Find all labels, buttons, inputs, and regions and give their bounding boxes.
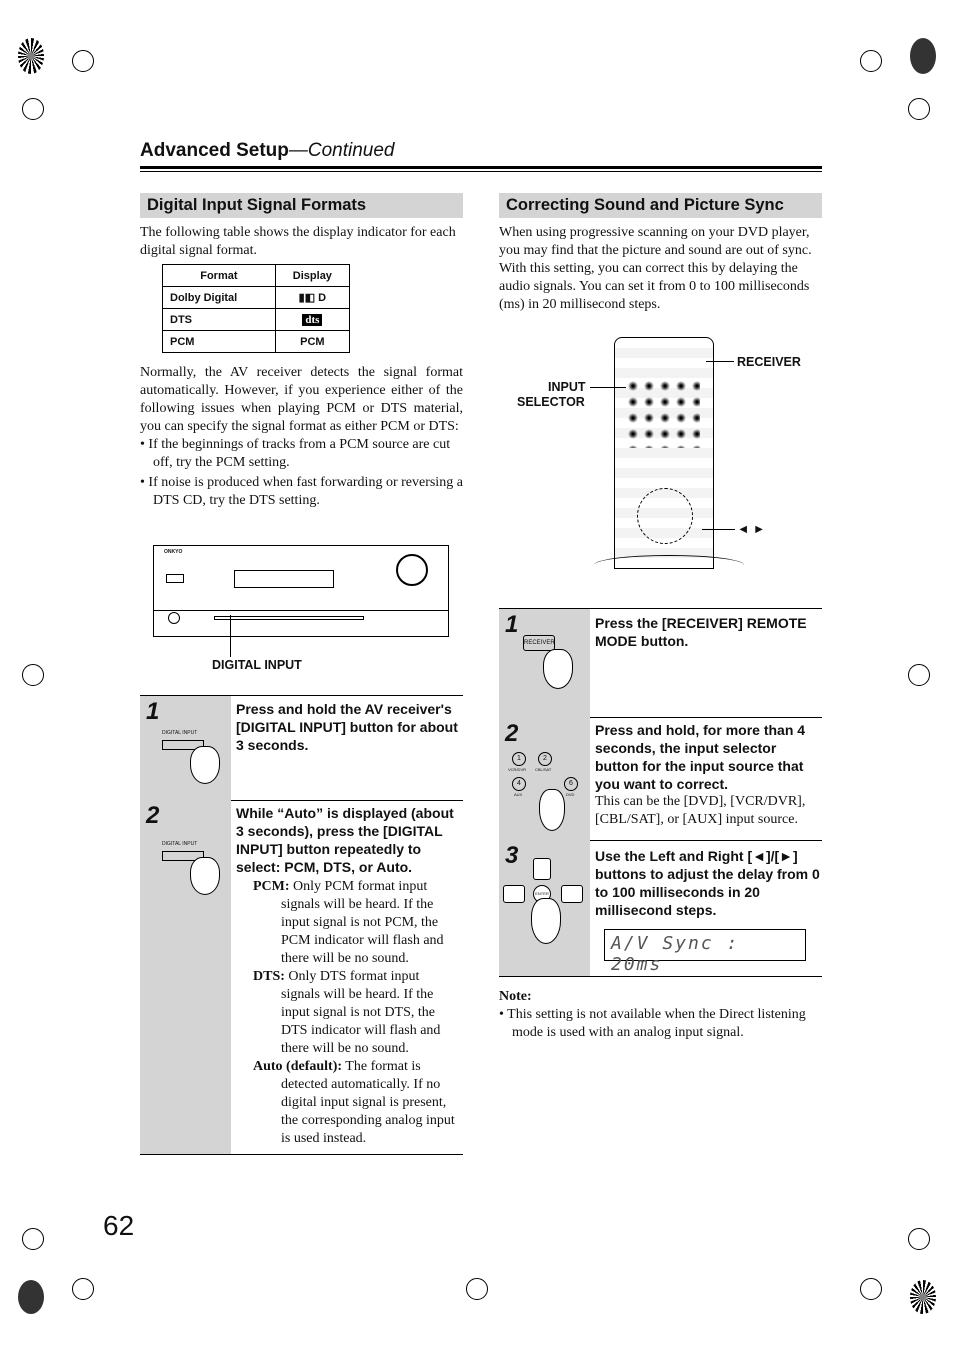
crop-mark-circle xyxy=(18,1280,44,1314)
body-paragraph: Normally, the AV receiver detects the si… xyxy=(140,365,463,434)
step-instruction: Press and hold, for more than 4 seconds,… xyxy=(595,722,806,827)
hand-icon xyxy=(531,898,561,944)
crop-mark-circle xyxy=(18,38,44,74)
step-number: 2 xyxy=(146,802,160,829)
registration-mark xyxy=(22,98,44,120)
step-1: 1 RECEIVER Press the [RECEIVER] REMOTE M… xyxy=(499,608,822,718)
crop-mark-circle xyxy=(910,38,936,74)
callout-line xyxy=(230,615,231,657)
av-receiver-illustration: ONKYO xyxy=(153,545,449,637)
button-label: DIGITAL INPUT xyxy=(162,841,198,847)
table-cell: Dolby Digital xyxy=(162,286,276,309)
registration-mark xyxy=(908,1228,930,1250)
key-label: DVD xyxy=(566,792,575,797)
step-number: 2 xyxy=(505,720,519,747)
receiver-button-icon: RECEIVER xyxy=(523,635,555,651)
option-list: PCM: Only PCM format input signals will … xyxy=(253,878,461,1148)
table-cell: PCM xyxy=(274,330,351,353)
section-title: Correcting Sound and Picture Sync xyxy=(499,193,822,218)
dts-logo: dts xyxy=(274,308,351,331)
step-1: 1 DIGITAL INPUT Press and hold the AV re… xyxy=(140,695,463,801)
right-button-icon xyxy=(561,885,583,903)
note-title: Note: xyxy=(499,989,532,1004)
table-cell: DTS xyxy=(162,308,276,331)
registration-mark xyxy=(860,50,882,72)
bullet-item: • If the beginnings of tracks from a PCM… xyxy=(140,437,451,470)
option-pcm: PCM: Only PCM format input signals will … xyxy=(253,879,444,966)
callout-line xyxy=(590,387,626,388)
page-header: Advanced Setup—Continued xyxy=(140,140,395,161)
option-auto: Auto (default): The format is detected a… xyxy=(253,1059,455,1146)
step-number: 3 xyxy=(505,842,519,869)
arrows-callout: ◄ ► xyxy=(737,522,766,536)
up-button-icon xyxy=(533,858,551,880)
step-2: 2 DIGITAL INPUT While “Auto” is displaye… xyxy=(140,800,463,1155)
registration-mark xyxy=(908,664,930,686)
bullet-list: • If the beginnings of tracks from a PCM… xyxy=(140,436,463,510)
cut-line xyxy=(594,555,744,575)
step-number: 1 xyxy=(505,611,519,638)
registration-mark xyxy=(466,1278,488,1300)
crop-mark-circle xyxy=(910,1280,936,1314)
dolby-logo: ▮◧ D xyxy=(274,286,351,309)
step-instruction: Press and hold the AV receiver's [DIGITA… xyxy=(236,701,458,753)
selector-callout: SELECTOR xyxy=(517,395,585,409)
registration-mark xyxy=(22,664,44,686)
key-6: 6 xyxy=(564,777,578,791)
table-cell: PCM xyxy=(162,330,276,353)
hand-icon xyxy=(190,857,220,895)
header-rule xyxy=(140,171,822,172)
digital-input-callout: DIGITAL INPUT xyxy=(212,658,302,672)
step-instruction: While “Auto” is displayed (about 3 secon… xyxy=(236,805,454,875)
intro-text: When using progressive scanning on your … xyxy=(499,225,812,312)
step-2: 2 1 2 VCR/DVR CBL/SAT 4 6 AUX DVD Press … xyxy=(499,717,822,841)
section-title: Digital Input Signal Formats xyxy=(140,193,463,218)
key-label: AUX xyxy=(514,792,523,797)
option-dts: DTS: Only DTS format input signals will … xyxy=(253,969,441,1056)
registration-mark xyxy=(22,1228,44,1250)
key-label: VCR/DVR xyxy=(508,767,527,772)
step-number: 1 xyxy=(146,698,160,725)
key-2: 2 xyxy=(538,752,552,766)
bullet-item: • If noise is produced when fast forward… xyxy=(140,475,463,508)
button-label: DIGITAL INPUT xyxy=(162,730,198,736)
key-label: CBL/SAT xyxy=(535,767,552,772)
table-header: Format xyxy=(162,264,276,287)
registration-mark xyxy=(860,1278,882,1300)
lcd-display: A/V Sync : 20ms xyxy=(604,929,806,975)
header-rule xyxy=(140,166,822,169)
step-instruction: Use the Left and Right [◄]/[►] buttons t… xyxy=(595,848,820,918)
step-instruction: Press the [RECEIVER] REMOTE MODE button. xyxy=(595,615,807,649)
callout-line xyxy=(702,529,735,530)
note-text: • This setting is not available when the… xyxy=(499,1007,806,1040)
input-callout: INPUT xyxy=(548,380,586,394)
registration-mark xyxy=(72,1278,94,1300)
table-header: Display xyxy=(274,264,351,287)
remote-control-illustration xyxy=(614,337,714,569)
callout-line xyxy=(706,361,734,362)
page-number: 62 xyxy=(103,1210,135,1241)
key-4: 4 xyxy=(512,777,526,791)
intro-text: The following table shows the display in… xyxy=(140,225,456,258)
format-table: Format Display Dolby Digital ▮◧ D DTS dts P… xyxy=(162,264,351,353)
registration-mark xyxy=(908,98,930,120)
hand-icon xyxy=(539,789,565,831)
hand-icon xyxy=(190,746,220,784)
hand-icon xyxy=(543,649,573,689)
registration-mark xyxy=(72,50,94,72)
receiver-callout: RECEIVER xyxy=(737,355,801,369)
key-1: 1 xyxy=(512,752,526,766)
left-button-icon xyxy=(503,885,525,903)
